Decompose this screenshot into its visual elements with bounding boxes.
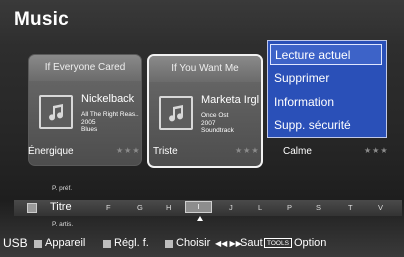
card-song-title: If You Want Me	[149, 56, 261, 82]
rating-stars: ★★★	[116, 146, 141, 155]
square-button-icon	[165, 240, 173, 248]
letter-index[interactable]: V	[378, 203, 383, 212]
square-button-icon	[34, 240, 42, 248]
square-button-icon	[103, 240, 111, 248]
context-menu: Lecture actuel Supprimer Information Sup…	[267, 40, 387, 138]
tools-key-icon: TOOLS	[264, 238, 292, 248]
music-screen: Music If Everyone Cared Nickelback All T…	[0, 0, 404, 257]
menu-item-play-current[interactable]: Lecture actuel	[270, 44, 382, 65]
page-title: Music	[14, 9, 69, 30]
letter-index[interactable]: P	[287, 203, 292, 212]
card-meta: Once Ost 2007 Soundtrack	[201, 112, 234, 134]
letter-index[interactable]: H	[166, 203, 171, 212]
mood-label: Énergique	[28, 146, 74, 157]
letter-index[interactable]: G	[137, 203, 143, 212]
letter-index[interactable]: J	[229, 203, 233, 212]
music-note-icon	[159, 96, 193, 130]
letter-pointer-icon	[197, 216, 203, 221]
letter-index[interactable]: L	[258, 203, 262, 212]
mood-label: Calme	[283, 146, 312, 157]
mood-label: Triste	[153, 146, 178, 157]
rating-stars: ★★★	[235, 146, 260, 155]
menu-item-information[interactable]: Information	[270, 92, 382, 113]
rating-stars: ★★★	[364, 146, 389, 155]
sort-icon	[27, 203, 37, 213]
source-label: USB	[3, 236, 28, 250]
card-artist: Marketa Irgl...	[201, 94, 259, 106]
letter-index[interactable]: S	[316, 203, 321, 212]
music-note-icon	[39, 95, 73, 129]
sort-prev-label[interactable]: P. préf.	[52, 185, 72, 192]
card-meta: All The Right Reas.. 2005 Blues	[81, 111, 139, 133]
choose-label[interactable]: Choisir	[176, 237, 210, 249]
menu-item-safe-remove[interactable]: Supp. sécurité	[270, 115, 382, 136]
skip-arrows-icon: ◀◀ ▶▶	[215, 239, 242, 248]
menu-item-delete[interactable]: Supprimer	[270, 68, 382, 89]
sort-next-label[interactable]: P. artis.	[52, 221, 73, 228]
sort-current-label[interactable]: Titre	[50, 201, 72, 213]
letter-index[interactable]: T	[348, 203, 353, 212]
card-artist: Nickelback	[81, 93, 135, 105]
letter-index-selected[interactable]: I	[185, 201, 212, 213]
card-song-title: If Everyone Cared	[29, 55, 141, 81]
settings-label[interactable]: Régl. f.	[114, 237, 149, 249]
letter-index[interactable]: F	[106, 203, 111, 212]
skip-label[interactable]: Saut	[240, 237, 263, 249]
device-label[interactable]: Appareil	[45, 237, 85, 249]
option-label[interactable]: Option	[294, 237, 326, 249]
